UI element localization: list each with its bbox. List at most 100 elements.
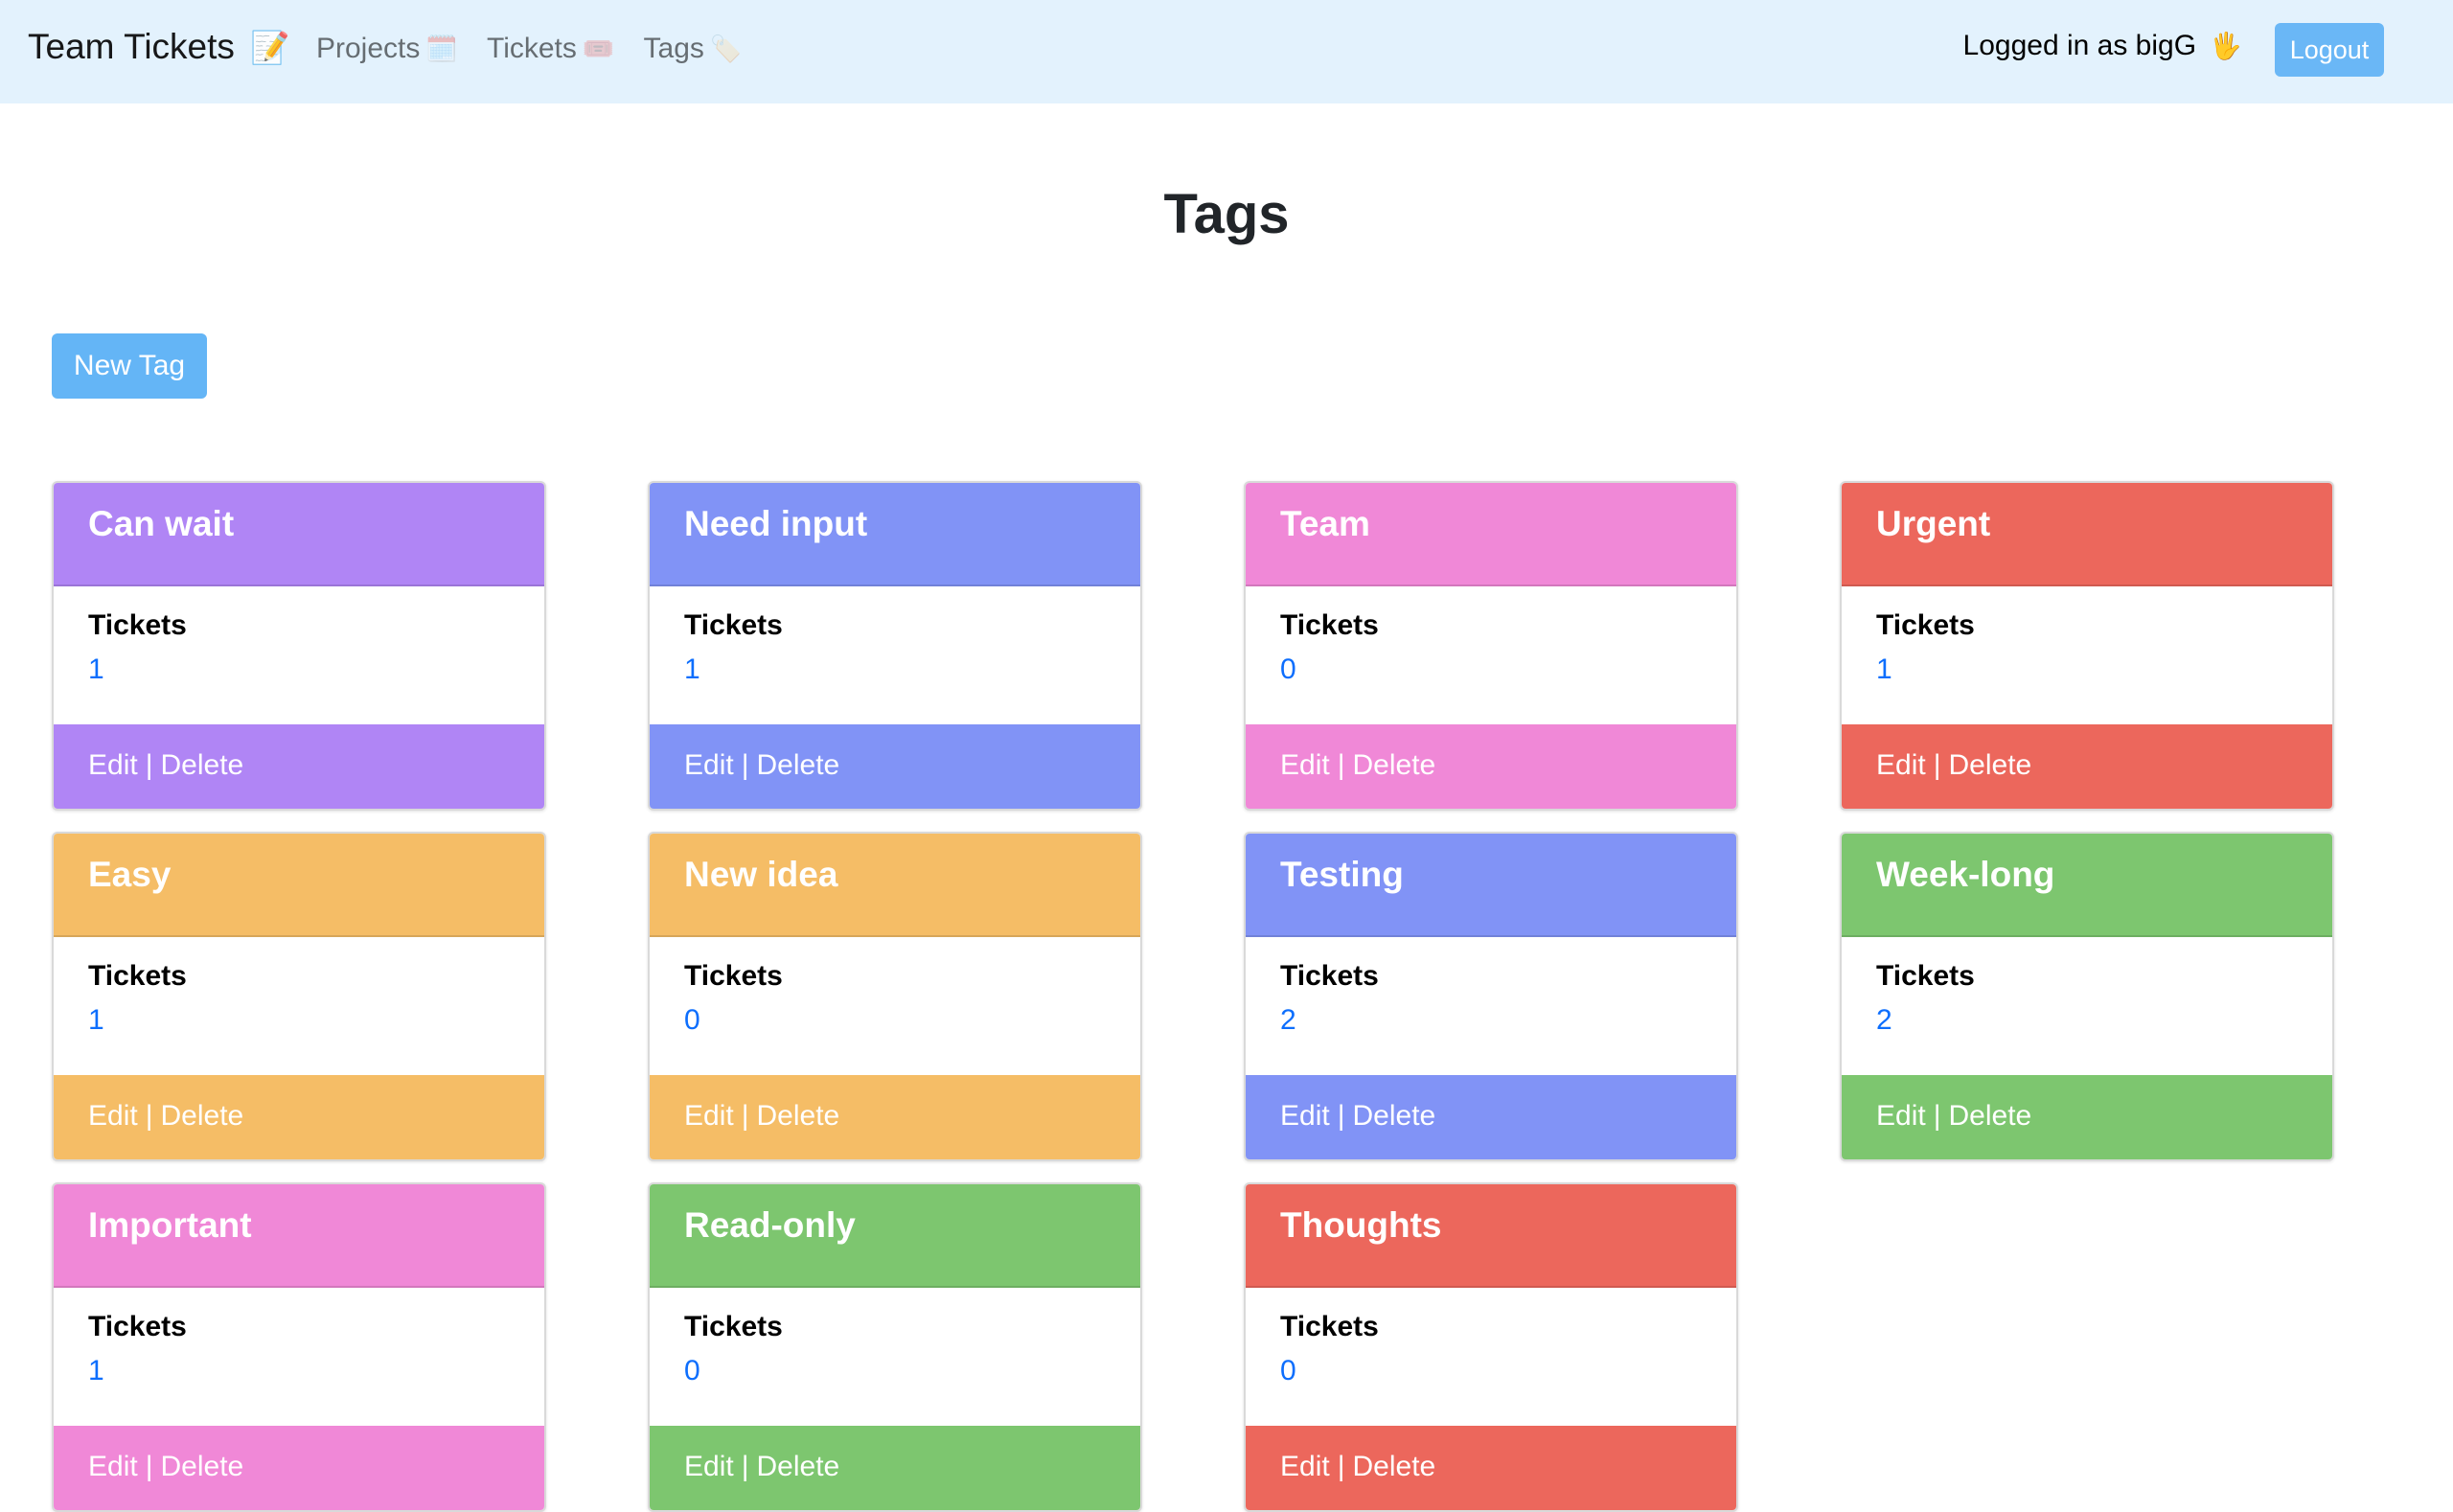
edit-link[interactable]: Edit xyxy=(88,1451,138,1482)
tag-card-footer: Edit | Delete xyxy=(54,1426,544,1510)
tag-card: Read-only Tickets 0 Edit | Delete xyxy=(648,1182,1142,1512)
tag-card-body: Tickets 1 xyxy=(54,937,544,1075)
delete-link[interactable]: Delete xyxy=(757,1451,840,1482)
tag-card-body: Tickets 0 xyxy=(1246,1288,1736,1426)
tickets-label: Tickets xyxy=(684,960,783,992)
delete-link[interactable]: Delete xyxy=(1949,749,2032,781)
user-text: Logged in as bigG xyxy=(1962,30,2197,61)
tickets-label: Tickets xyxy=(88,609,187,641)
nav-links: Projects 🗓️ Tickets 🎟️ Tags 🏷️ xyxy=(316,33,771,65)
link-separator: | xyxy=(1337,1451,1345,1482)
edit-link[interactable]: Edit xyxy=(1876,1100,1926,1132)
edit-link[interactable]: Edit xyxy=(684,1451,734,1482)
tag-name: Need input xyxy=(650,483,1140,586)
tag-name: New idea xyxy=(650,834,1140,937)
delete-link[interactable]: Delete xyxy=(1353,1451,1436,1482)
tickets-count-link[interactable]: 0 xyxy=(684,1355,1106,1387)
tag-card-body: Tickets 1 xyxy=(54,586,544,724)
edit-link[interactable]: Edit xyxy=(1876,749,1926,781)
tag-card-footer: Edit | Delete xyxy=(1842,724,2332,809)
delete-link[interactable]: Delete xyxy=(1353,749,1436,781)
tag-card-body: Tickets 0 xyxy=(1246,586,1736,724)
delete-link[interactable]: Delete xyxy=(757,749,840,781)
tag-name: Can wait xyxy=(54,483,544,586)
label-tag-icon: 🏷️ xyxy=(709,34,743,63)
tickets-label: Tickets xyxy=(1280,609,1379,641)
tag-name: Team xyxy=(1246,483,1736,586)
page-title: Tags xyxy=(1163,183,1290,245)
delete-link[interactable]: Delete xyxy=(1949,1100,2032,1132)
tag-card-footer: Edit | Delete xyxy=(1246,1075,1736,1159)
link-separator: | xyxy=(741,1451,749,1482)
edit-link[interactable]: Edit xyxy=(88,749,138,781)
link-separator: | xyxy=(145,1100,153,1132)
link-separator: | xyxy=(741,749,749,781)
link-separator: | xyxy=(741,1100,749,1132)
tag-card-footer: Edit | Delete xyxy=(650,1426,1140,1510)
tag-card-footer: Edit | Delete xyxy=(1842,1075,2332,1159)
delete-link[interactable]: Delete xyxy=(161,1100,244,1132)
tag-card: Team Tickets 0 Edit | Delete xyxy=(1244,481,1738,811)
edit-link[interactable]: Edit xyxy=(88,1100,138,1132)
navbar: Team Tickets 📝 Projects 🗓️ Tickets 🎟️ Tags… xyxy=(0,0,2453,103)
tickets-count-link[interactable]: 0 xyxy=(1280,653,1702,686)
tickets-label: Tickets xyxy=(1280,1311,1379,1342)
tag-card-body: Tickets 1 xyxy=(1842,586,2332,724)
tag-name: Thoughts xyxy=(1246,1184,1736,1288)
tickets-label: Tickets xyxy=(1876,609,1975,641)
calendar-icon: 🗓️ xyxy=(425,34,458,63)
edit-link[interactable]: Edit xyxy=(1280,1451,1330,1482)
edit-link[interactable]: Edit xyxy=(684,749,734,781)
tag-card-body: Tickets 2 xyxy=(1246,937,1736,1075)
tag-card-footer: Edit | Delete xyxy=(1246,724,1736,809)
logged-in-user: Logged in as bigG 🖐️ xyxy=(1963,30,2242,62)
tag-card: Thoughts Tickets 0 Edit | Delete xyxy=(1244,1182,1738,1512)
tickets-label: Tickets xyxy=(1280,960,1379,992)
tickets-count-link[interactable]: 1 xyxy=(88,1004,510,1037)
tickets-label: Tickets xyxy=(684,609,783,641)
delete-link[interactable]: Delete xyxy=(1353,1100,1436,1132)
tag-card: New idea Tickets 0 Edit | Delete xyxy=(648,832,1142,1161)
edit-link[interactable]: Edit xyxy=(1280,749,1330,781)
memo-icon: 📝 xyxy=(250,31,290,66)
link-separator: | xyxy=(145,1451,153,1482)
raised-hand-icon: 🖐️ xyxy=(2210,32,2242,60)
tickets-count-link[interactable]: 2 xyxy=(1280,1004,1702,1037)
new-tag-button[interactable]: New Tag xyxy=(52,333,207,399)
ticket-icon: 🎟️ xyxy=(582,34,615,63)
tickets-count-link[interactable]: 2 xyxy=(1876,1004,2298,1037)
tickets-count-link[interactable]: 1 xyxy=(1876,653,2298,686)
delete-link[interactable]: Delete xyxy=(757,1100,840,1132)
tag-card-body: Tickets 1 xyxy=(650,586,1140,724)
brand-link[interactable]: Team Tickets 📝 xyxy=(28,27,290,67)
delete-link[interactable]: Delete xyxy=(161,1451,244,1482)
logout-button[interactable]: Logout xyxy=(2275,23,2384,77)
tickets-label: Tickets xyxy=(1876,960,1975,992)
tag-name: Important xyxy=(54,1184,544,1288)
tag-card: Important Tickets 1 Edit | Delete xyxy=(52,1182,546,1512)
brand-name: Team Tickets xyxy=(28,27,235,66)
nav-link-tags[interactable]: Tags 🏷️ xyxy=(644,33,743,65)
nav-link-projects[interactable]: Projects 🗓️ xyxy=(316,33,458,65)
tickets-count-link[interactable]: 0 xyxy=(684,1004,1106,1037)
nav-link-tickets[interactable]: Tickets 🎟️ xyxy=(487,33,615,65)
tag-card: Easy Tickets 1 Edit | Delete xyxy=(52,832,546,1161)
tickets-count-link[interactable]: 1 xyxy=(88,653,510,686)
delete-link[interactable]: Delete xyxy=(161,749,244,781)
tag-card-footer: Edit | Delete xyxy=(650,1075,1140,1159)
nav-link-label: Projects xyxy=(316,33,421,64)
tickets-count-link[interactable]: 1 xyxy=(88,1355,510,1387)
link-separator: | xyxy=(1933,749,1941,781)
nav-link-label: Tags xyxy=(643,33,704,64)
tag-name: Easy xyxy=(54,834,544,937)
tickets-count-link[interactable]: 1 xyxy=(684,653,1106,686)
tickets-count-link[interactable]: 0 xyxy=(1280,1355,1702,1387)
tag-name: Urgent xyxy=(1842,483,2332,586)
edit-link[interactable]: Edit xyxy=(684,1100,734,1132)
tag-card: Testing Tickets 2 Edit | Delete xyxy=(1244,832,1738,1161)
tag-card-body: Tickets 2 xyxy=(1842,937,2332,1075)
tag-card-footer: Edit | Delete xyxy=(54,724,544,809)
edit-link[interactable]: Edit xyxy=(1280,1100,1330,1132)
tag-name: Week-long xyxy=(1842,834,2332,937)
tag-name: Testing xyxy=(1246,834,1736,937)
